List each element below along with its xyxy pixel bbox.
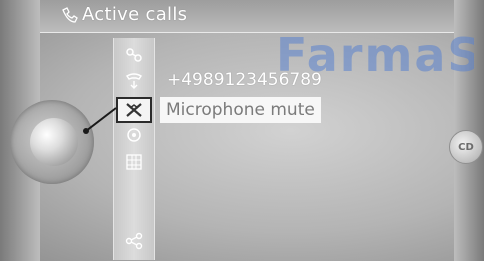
page-title: Active calls	[60, 4, 187, 25]
call-options-icon[interactable]	[120, 44, 148, 66]
speaker-icon[interactable]	[120, 124, 148, 146]
keypad-icon[interactable]	[120, 151, 148, 173]
page-title-text: Active calls	[82, 4, 188, 25]
phone-icon	[62, 6, 78, 23]
share-icon[interactable]	[120, 230, 148, 252]
selected-menu-label[interactable]: Microphone mute	[160, 97, 321, 123]
controller-knob-center[interactable]	[30, 118, 78, 166]
call-menu-column	[113, 38, 155, 260]
caller-number: +4989123456789	[167, 70, 322, 90]
cd-icon[interactable]: CD	[449, 130, 483, 164]
right-knob-label: CD	[458, 141, 474, 153]
hold-icon[interactable]	[120, 70, 148, 92]
microphone-mute-icon[interactable]	[116, 97, 152, 123]
